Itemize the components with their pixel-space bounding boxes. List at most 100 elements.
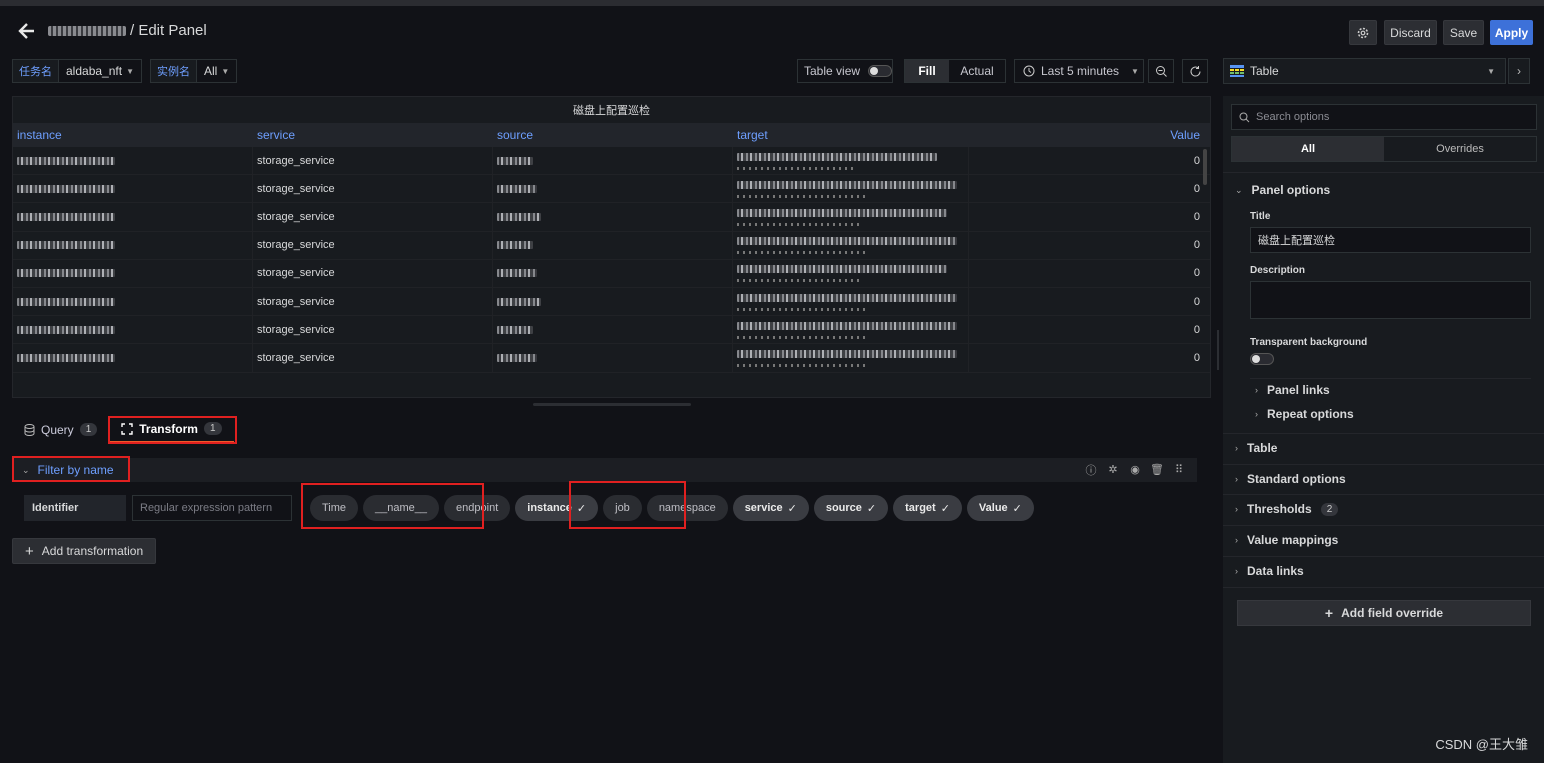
eye-icon[interactable]: ◉ <box>1129 463 1141 476</box>
toggle-switch[interactable] <box>868 65 892 77</box>
value-cell: 0 <box>1193 154 1200 167</box>
time-range-picker[interactable]: Last 5 minutes ▼ <box>1014 59 1144 83</box>
section-label: Data links <box>1247 564 1304 578</box>
source-cell <box>493 287 733 316</box>
regex-input[interactable]: Regular expression pattern <box>132 495 292 521</box>
table-row: storage_service 0 <box>13 287 1210 317</box>
column-header[interactable]: service <box>253 128 493 142</box>
add-transformation-button[interactable]: + Add transformation <box>12 538 157 564</box>
table-row: storage_service 0 <box>13 344 1210 373</box>
field-chip[interactable]: source ✓ <box>813 495 889 521</box>
check-icon: ✓ <box>940 502 950 515</box>
page-header: / Edit Panel Discard Save Apply <box>0 6 1544 56</box>
identifier-label: Identifier <box>24 495 126 521</box>
service-cell: storage_service <box>253 175 493 203</box>
search-icon <box>1239 112 1250 122</box>
source-cell <box>493 231 733 259</box>
settings-button[interactable] <box>1349 20 1377 45</box>
drag-handle-icon[interactable]: ⠿ <box>1173 463 1185 476</box>
service-cell: storage_service <box>253 231 493 259</box>
zoom-out-button[interactable] <box>1148 59 1174 83</box>
section-repeat-options[interactable]: › Repeat options <box>1243 406 1533 422</box>
transformation-actions: ⓘ ✲ ◉ 🗑 ⠿ <box>1085 463 1185 477</box>
section-standard-options[interactable]: › Standard options <box>1223 471 1544 487</box>
table-panel: 磁盘上配置巡检 instance service source target V… <box>12 96 1211 398</box>
title-input[interactable]: 磁盘上配置巡检 <box>1250 227 1531 253</box>
field-chip[interactable]: target ✓ <box>893 495 962 521</box>
table-scrollbar[interactable] <box>1203 149 1207 185</box>
chevron-right-icon: › <box>1235 566 1238 576</box>
check-icon: ✓ <box>866 502 877 515</box>
transparent-toggle[interactable] <box>1250 353 1274 365</box>
column-header[interactable]: Value <box>969 128 1210 142</box>
fill-actual-group: Fill Actual <box>904 59 1006 83</box>
actual-button[interactable]: Actual <box>949 64 1005 78</box>
refresh-button[interactable] <box>1182 59 1208 83</box>
tab-overrides[interactable]: Overrides <box>1384 137 1536 161</box>
field-chip[interactable]: Value ✓ <box>966 495 1034 521</box>
back-arrow-icon[interactable] <box>16 20 38 42</box>
thresholds-count-badge: 2 <box>1320 502 1339 516</box>
trash-icon[interactable]: 🗑 <box>1150 463 1164 476</box>
chevron-right-icon: › <box>1235 535 1238 545</box>
discard-button[interactable]: Discard <box>1384 20 1437 45</box>
pane-resize-handle[interactable] <box>1217 330 1219 370</box>
section-thresholds[interactable]: › Thresholds 2 <box>1223 501 1544 517</box>
apply-button[interactable]: Apply <box>1490 20 1533 45</box>
add-field-override-button[interactable]: + Add field override <box>1237 600 1531 626</box>
column-header[interactable]: instance <box>13 128 253 142</box>
tab-query-label: Query <box>41 422 74 437</box>
service-cell: storage_service <box>253 316 493 344</box>
variable-select-task[interactable]: aldaba_nft ▼ <box>59 59 142 83</box>
section-panel-options[interactable]: ⌄ Panel options <box>1223 182 1544 198</box>
search-options-input[interactable]: Search options <box>1231 104 1537 130</box>
field-chip[interactable]: service ✓ <box>732 495 809 521</box>
field-chip-label: instance <box>527 502 572 514</box>
query-count-badge: 1 <box>79 423 98 436</box>
value-cell: 0 <box>1193 239 1200 252</box>
database-icon <box>24 423 35 436</box>
watermark: CSDN @王大雏 <box>1435 737 1528 752</box>
table-view-toggle[interactable]: Table view <box>797 59 893 83</box>
field-chip-label: Value <box>978 502 1008 514</box>
save-button[interactable]: Save <box>1443 20 1484 45</box>
title-label: Title <box>1250 211 1271 222</box>
section-label: Repeat options <box>1267 407 1354 421</box>
page-title: / Edit Panel <box>130 22 207 39</box>
collapse-options-button[interactable]: › <box>1508 58 1530 84</box>
divider <box>1223 556 1544 557</box>
section-value-mappings[interactable]: › Value mappings <box>1223 532 1544 548</box>
service-cell: storage_service <box>253 287 493 316</box>
source-cell <box>493 175 733 203</box>
service-cell: storage_service <box>253 203 493 231</box>
column-header[interactable]: target <box>733 128 969 142</box>
section-panel-links[interactable]: › Panel links <box>1243 382 1533 398</box>
section-table[interactable]: › Table <box>1223 440 1544 456</box>
section-label: Standard options <box>1247 472 1346 486</box>
column-header[interactable]: source <box>493 128 733 142</box>
visualization-picker[interactable]: Table ▼ <box>1223 58 1506 84</box>
options-pane: Search options All Overrides ⌄ Panel opti… <box>1223 96 1544 763</box>
table-row: storage_service 0 <box>13 231 1210 260</box>
transformation-header[interactable]: ⌄ Filter by name ⓘ ✲ ◉ 🗑 ⠿ <box>12 458 1197 482</box>
variable-select-instance[interactable]: All ▼ <box>196 59 238 83</box>
source-cell <box>493 203 733 231</box>
debug-icon[interactable]: ✲ <box>1107 463 1119 476</box>
description-label: Description <box>1250 265 1306 276</box>
options-tabs: All Overrides <box>1231 136 1537 162</box>
target-cell <box>733 147 969 175</box>
clock-icon <box>1023 65 1035 77</box>
fill-button[interactable]: Fill <box>905 60 949 82</box>
variable-bar: 任务名 aldaba_nft ▼ 实例名 All ▼ <box>12 59 238 83</box>
tab-all[interactable]: All <box>1232 137 1384 161</box>
dashboard-name-blurred[interactable] <box>48 25 126 36</box>
info-icon[interactable]: ⓘ <box>1085 463 1097 477</box>
chevron-down-icon: ⌄ <box>1235 184 1243 195</box>
tab-query[interactable]: Query 1 <box>12 416 109 443</box>
variable-label-instance: 实例名 <box>149 59 197 83</box>
description-input[interactable] <box>1250 281 1531 319</box>
instance-cell <box>13 175 253 203</box>
section-data-links[interactable]: › Data links <box>1223 563 1544 579</box>
chevron-right-icon: › <box>1255 409 1258 419</box>
splitter-handle[interactable] <box>533 403 691 406</box>
